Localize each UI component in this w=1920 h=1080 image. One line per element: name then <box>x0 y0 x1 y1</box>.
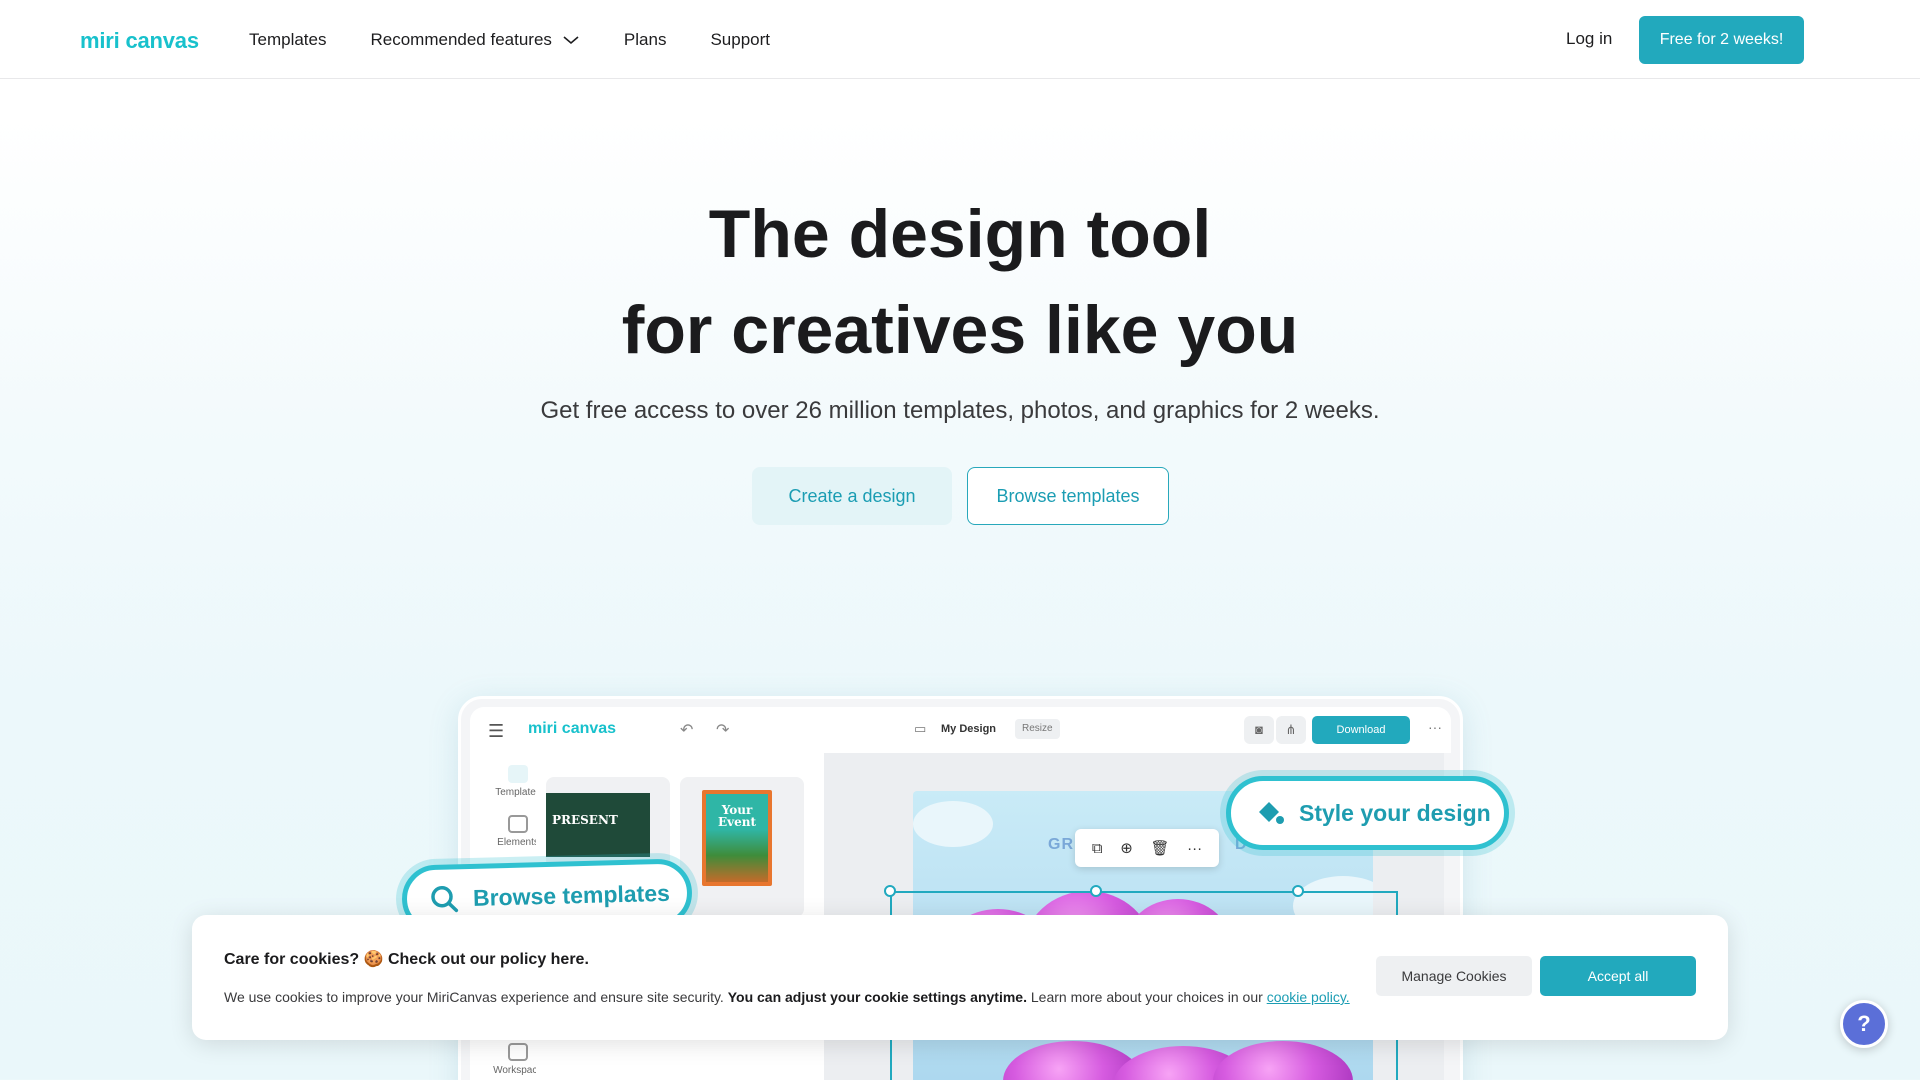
nav-support[interactable]: Support <box>710 30 770 50</box>
elements-icon <box>508 815 528 833</box>
cookie-text-plain2: Learn more about your choices in our <box>1026 989 1267 1005</box>
mockup-side-templates-label: Templates <box>495 787 541 798</box>
logo[interactable]: miri canvas <box>80 28 199 54</box>
resize-handle <box>1292 885 1304 897</box>
nav-templates-label: Templates <box>249 29 327 49</box>
redo-icon: ↷ <box>716 722 730 739</box>
hero-title-line1: The design tool <box>708 196 1212 272</box>
cookie-text-plain: We use cookies to improve your MiriCanva… <box>224 989 728 1005</box>
trash-icon: 🗑 <box>1150 840 1170 857</box>
templates-icon <box>508 765 528 783</box>
mockup-logo: miri canvas <box>528 720 617 737</box>
site-header: miri canvas Templates Recommended featur… <box>0 0 1920 79</box>
chevron-down-icon <box>563 35 579 44</box>
cookie-text: We use cookies to improve your MiriCanva… <box>224 989 1350 1005</box>
browse-templates-pill-label: Browse templates <box>472 879 671 911</box>
mockup-thumb-present: PRESENT <box>546 793 650 857</box>
cookie-banner: Care for cookies? 🍪 Check out our policy… <box>192 915 1728 1040</box>
style-your-design-pill: Style your design <box>1226 776 1509 850</box>
nav-support-label: Support <box>710 29 770 49</box>
nav-recommended-features-label: Recommended features <box>370 29 552 49</box>
search-icon <box>429 883 460 914</box>
undo-icon: ↶ <box>680 722 694 739</box>
free-trial-button[interactable]: Free for 2 weeks! <box>1639 16 1804 64</box>
nav-templates[interactable]: Templates <box>249 30 326 50</box>
mockup-download: Download <box>1312 716 1410 744</box>
cookie-text-bold: You can adjust your cookie settings anyt… <box>727 989 1027 1005</box>
mockup-resize: Resize <box>1015 719 1060 739</box>
nav-recommended-features[interactable]: Recommended features <box>370 30 579 50</box>
login-link[interactable]: Log in <box>1566 29 1612 49</box>
paint-bucket-icon <box>1255 798 1285 828</box>
browse-templates-button[interactable]: Browse templates <box>967 467 1169 525</box>
share-icon: ⋔ <box>1276 716 1306 744</box>
resize-handle <box>884 885 896 897</box>
cookie-policy-link[interactable]: cookie policy. <box>1267 989 1350 1005</box>
hero-title: The design tool for creatives like you <box>0 186 1920 378</box>
mockup-toolbar: ☰ miri canvas ↶ ↷ ▭ My Design Resize ◙ ⋔… <box>470 707 1451 753</box>
create-design-button[interactable]: Create a design <box>752 467 952 525</box>
crop-icon: ⧉ <box>1091 839 1103 857</box>
duplicate-icon: ⊕ <box>1120 840 1133 857</box>
style-your-design-pill-label: Style your design <box>1299 799 1491 826</box>
accept-all-button[interactable]: Accept all <box>1540 956 1696 996</box>
workspace-icon <box>508 1043 528 1061</box>
mockup-thumb-event: Your Event <box>702 790 772 886</box>
nav-plans-label: Plans <box>623 29 667 49</box>
question-icon: ? <box>1857 1011 1871 1036</box>
more-icon: ··· <box>1428 719 1442 735</box>
mockup-side-elements-label: Elements <box>497 837 539 848</box>
more-icon: ··· <box>1187 839 1203 857</box>
cloud-decoration <box>913 801 993 847</box>
mockup-canvas-text-left: GR <box>1048 836 1074 853</box>
camera-icon: ◙ <box>1244 716 1274 744</box>
cookie-title: Care for cookies? 🍪 Check out our policy… <box>224 951 589 968</box>
hero-title-line2: for creatives like you <box>621 292 1299 368</box>
manage-cookies-button[interactable]: Manage Cookies <box>1376 956 1532 996</box>
element-toolbar: ⧉ ⊕ 🗑 ··· <box>1075 829 1219 867</box>
hero-subtitle: Get free access to over 26 million templ… <box>540 397 1380 424</box>
main-nav: Templates Recommended features Plans Sup… <box>249 0 814 79</box>
mockup-thumb-event-text: Your Event <box>706 794 768 882</box>
nav-plans[interactable]: Plans <box>624 30 667 50</box>
menu-icon: ☰ <box>488 721 505 741</box>
resize-handle <box>1090 885 1102 897</box>
help-chat-button[interactable]: ? <box>1840 1000 1888 1048</box>
mockup-doc-title: My Design <box>941 723 997 735</box>
folder-icon: ▭ <box>914 721 927 736</box>
